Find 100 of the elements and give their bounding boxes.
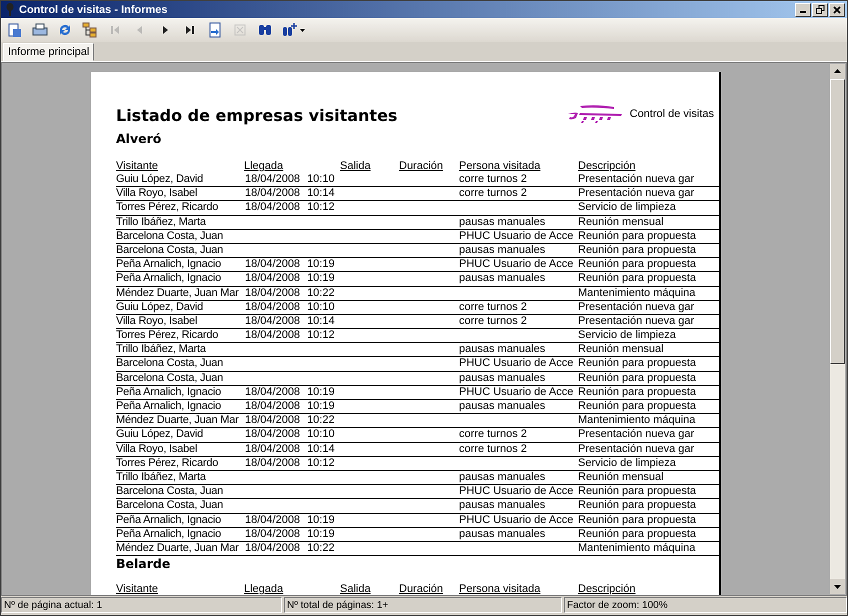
column-header: Persona visitada (459, 160, 542, 173)
minimize-button[interactable] (795, 2, 811, 16)
table-cell: Mantenimiento máquina (578, 542, 696, 554)
table-cell-text: Torres Pérez, Ricardo (116, 456, 220, 470)
table-cell: 18/04/2008 (245, 456, 300, 470)
table-cell-text: Barcelona Costa, Juan (116, 372, 224, 385)
table-cell: 10:14 (307, 187, 335, 200)
table-cell: Reunión para propuesta (578, 258, 696, 270)
column-header: Llegada (244, 160, 284, 173)
table-cell: pausas manuales (459, 343, 546, 356)
column-header: Visitante (116, 160, 159, 173)
table-cell-text: Barcelona Costa, Juan (116, 230, 224, 243)
table-cell: Reunión para propuesta (578, 400, 696, 412)
table-cell: 10:10 (307, 428, 335, 442)
table-cell: Mantenimiento máquina (578, 286, 696, 298)
table-cell: 18/04/2008 (245, 201, 300, 215)
restore-button[interactable] (812, 2, 828, 16)
table-cell: corre turnos 2 (459, 187, 527, 200)
table-cell: corre turnos 2 (459, 173, 527, 185)
table-cell: 10:22 (307, 286, 335, 300)
column-header: Llegada (244, 583, 284, 595)
table-cell: 10:19 (307, 400, 335, 414)
report-title: Listado de empresas visitantes (116, 106, 398, 125)
table-cell: 10:19 (307, 272, 335, 286)
table-cell: pausas manuales (459, 216, 546, 228)
table-cell: Reunión para propuesta (578, 372, 696, 384)
table-cell: Reunión mensual (578, 216, 664, 228)
table-cell-text: Peña Arnalich, Ignacio (116, 400, 222, 414)
column-header: Salida (340, 583, 372, 595)
scrollbar[interactable] (830, 64, 845, 594)
app-icon (5, 3, 15, 16)
table-cell-text: Barcelona Costa, Juan (116, 357, 224, 371)
table-cell-text: Peña Arnalich, Ignacio (116, 528, 222, 541)
table-cell: 10:19 (307, 514, 335, 527)
close-button[interactable] (829, 2, 845, 16)
table-cell: 18/04/2008 (245, 187, 300, 200)
table-cell-text: Villa Royo, Isabel (116, 187, 198, 200)
table-cell-text: Torres Pérez, Ricardo (116, 329, 220, 342)
table-cell: pausas manuales (459, 244, 546, 256)
table-cell: Reunión para propuesta (578, 514, 696, 526)
table-cell: Reunión para propuesta (578, 230, 696, 242)
table-cell: 18/04/2008 (245, 272, 300, 286)
table-cell: 10:12 (307, 201, 335, 215)
table-cell: PHUC Usuario de Acce (459, 514, 574, 526)
table-cell-text: Peña Arnalich, Ignacio (116, 386, 222, 399)
table-cell: 18/04/2008 (245, 514, 300, 527)
table-cell: 18/04/2008 (245, 442, 300, 456)
table-cell: PHUC Usuario de Acce (459, 485, 574, 498)
group-heading: Belarde (116, 556, 172, 572)
scroll-up-icon[interactable] (830, 64, 845, 79)
table-cell: Reunión para propuesta (578, 357, 696, 370)
column-header: Duración (399, 160, 444, 173)
table-cell: Presentación nueva gar (578, 314, 694, 327)
table-cell: 10:22 (307, 542, 335, 556)
table-cell: 18/04/2008 (245, 400, 300, 414)
table-cell: Reunión mensual (578, 470, 664, 483)
group-heading: Alveró (116, 131, 162, 146)
table-cell: 10:12 (307, 329, 335, 342)
table-cell: 10:19 (307, 528, 335, 541)
table-cell: 10:10 (307, 173, 335, 186)
table-cell: corre turnos 2 (459, 442, 527, 455)
scroll-down-icon[interactable] (830, 579, 845, 594)
table-cell: Reunión mensual (578, 343, 664, 356)
table-cell: pausas manuales (459, 400, 546, 412)
restore-icon (816, 5, 824, 14)
table-cell: PHUC Usuario de Acce (459, 258, 574, 270)
scroll-thumb[interactable] (830, 79, 845, 364)
table-cell-text: Barcelona Costa, Juan (116, 244, 224, 258)
table-cell-text: Méndez Duarte, Juan Mar (116, 286, 240, 300)
table-cell: Servicio de limpieza (578, 201, 676, 214)
table-cell: 10:19 (307, 386, 335, 399)
table-cell: 18/04/2008 (245, 286, 300, 300)
table-cell: pausas manuales (459, 528, 546, 540)
table-cell: pausas manuales (459, 372, 546, 384)
table-cell: Reunión para propuesta (578, 386, 696, 398)
table-cell: corre turnos 2 (459, 428, 527, 440)
table-cell-text: Guiu López, David (116, 428, 204, 442)
table-cell: corre turnos 2 (459, 314, 527, 327)
table-cell: pausas manuales (459, 272, 546, 284)
table-cell: Reunión para propuesta (578, 485, 696, 498)
table-cell-text: Trillo Ibáñez, Marta (116, 216, 207, 229)
table-cell: PHUC Usuario de Acce (459, 386, 574, 398)
table-cell-text: Guiu López, David (116, 173, 204, 186)
table-cell-text: Barcelona Costa, Juan (116, 499, 224, 512)
table-cell: 10:10 (307, 300, 335, 314)
table-cell: 18/04/2008 (245, 528, 300, 541)
table-cell: Servicio de limpieza (578, 329, 676, 342)
table-cell: Presentación nueva gar (578, 428, 694, 440)
table-cell: 10:14 (307, 442, 335, 456)
column-header: Descripción (578, 160, 636, 173)
window-title: Control de visitas - Informes (19, 4, 169, 16)
tab[interactable]: Informe principal (3, 43, 94, 61)
minimize-icon (800, 11, 806, 13)
table-cell-text: Trillo Ibáñez, Marta (116, 470, 207, 484)
table-cell: Reunión para propuesta (578, 244, 696, 256)
table-cell-text: Guiu López, David (116, 300, 204, 314)
column-header: Salida (340, 160, 372, 173)
table-cell: Reunión para propuesta (578, 272, 696, 284)
status-text: Factor de zoom: 100% (564, 597, 847, 613)
table-cell: PHUC Usuario de Acce (459, 230, 574, 242)
